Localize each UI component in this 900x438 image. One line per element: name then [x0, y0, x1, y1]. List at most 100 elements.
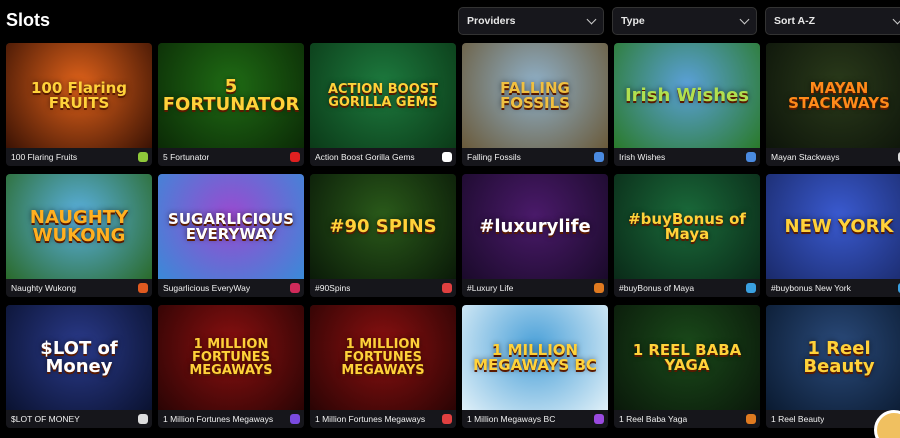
game-thumbnail[interactable]: 5 FORTUNATOR	[158, 43, 304, 148]
game-logo-text: #luxurylife	[479, 215, 591, 237]
game-tile[interactable]: 1 MILLION FORTUNES MEGAWAYS 1 Million For…	[310, 305, 456, 428]
game-name: #Luxury Life	[467, 283, 514, 293]
game-tile[interactable]: 1 REEL BABA YAGA 1 Reel Baba Yaga	[614, 305, 760, 428]
providers-dropdown-label: Providers	[467, 15, 516, 27]
game-logo-text: 100 Flaring FRUITS	[31, 78, 127, 112]
game-caption: #buyBonus of Maya	[614, 279, 760, 297]
game-name: Irish Wishes	[619, 152, 666, 162]
game-name: Sugarlicious EveryWay	[163, 283, 251, 293]
game-logo-text: SUGARLICIOUS EVERYWAY	[168, 209, 294, 243]
provider-logo-icon	[594, 283, 604, 293]
game-caption: Sugarlicious EveryWay	[158, 279, 304, 297]
sort-dropdown-label: Sort A-Z	[774, 15, 816, 27]
game-tile[interactable]: NAUGHTY WUKONG Naughty Wukong	[6, 174, 152, 297]
type-dropdown[interactable]: Type	[612, 7, 757, 35]
game-thumbnail[interactable]: 1 Reel Beauty	[766, 305, 900, 410]
game-thumbnail[interactable]: 1 REEL BABA YAGA	[614, 305, 760, 410]
game-name: 1 Million Fortunes Megaways	[315, 414, 426, 424]
provider-logo-icon	[442, 414, 452, 424]
game-tile[interactable]: #90 SPINS #90Spins	[310, 174, 456, 297]
game-name: 1 Reel Beauty	[771, 414, 825, 424]
game-tile[interactable]: FALLING FOSSILS Falling Fossils	[462, 43, 608, 166]
game-caption: 1 Million Fortunes Megaways	[310, 410, 456, 428]
provider-logo-icon	[442, 152, 452, 162]
game-thumbnail[interactable]: #buyBonus of Maya	[614, 174, 760, 279]
game-name: $LOT OF MONEY	[11, 414, 80, 424]
game-tile[interactable]: 1 Reel Beauty 1 Reel Beauty	[766, 305, 900, 428]
game-thumbnail[interactable]: $LOT of Money	[6, 305, 152, 410]
game-tile[interactable]: $LOT of Money $LOT OF MONEY	[6, 305, 152, 428]
game-logo-text: #buyBonus of Maya	[628, 209, 746, 243]
game-caption: Action Boost Gorilla Gems	[310, 148, 456, 166]
game-thumbnail[interactable]: 100 Flaring FRUITS	[6, 43, 152, 148]
game-tile[interactable]: MAYAN STACKWAYS Mayan Stackways	[766, 43, 900, 166]
game-name: 1 Reel Baba Yaga	[619, 414, 688, 424]
game-tile[interactable]: ACTION BOOST GORILLA GEMS Action Boost Go…	[310, 43, 456, 166]
game-name: Naughty Wukong	[11, 283, 77, 293]
game-tile[interactable]: 100 Flaring FRUITS 100 Flaring Fruits	[6, 43, 152, 166]
game-logo-text: #90 SPINS	[329, 215, 437, 237]
game-tile[interactable]: 1 MILLION MEGAWAYS BC 1 Million Megaways …	[462, 305, 608, 428]
provider-logo-icon	[442, 283, 452, 293]
type-dropdown-label: Type	[621, 15, 645, 27]
game-logo-text: 1 Reel Beauty	[803, 337, 875, 377]
game-thumbnail[interactable]: FALLING FOSSILS	[462, 43, 608, 148]
game-thumbnail[interactable]: 1 MILLION FORTUNES MEGAWAYS	[310, 305, 456, 410]
chevron-down-icon	[892, 14, 900, 24]
game-thumbnail[interactable]: Irish Wishes	[614, 43, 760, 148]
game-thumbnail[interactable]: NEW YORK	[766, 174, 900, 279]
game-thumbnail[interactable]: SUGARLICIOUS EVERYWAY	[158, 174, 304, 279]
game-caption: $LOT OF MONEY	[6, 410, 152, 428]
game-thumbnail[interactable]: 1 MILLION FORTUNES MEGAWAYS	[158, 305, 304, 410]
game-caption: Mayan Stackways	[766, 148, 900, 166]
game-thumbnail[interactable]: 1 MILLION MEGAWAYS BC	[462, 305, 608, 410]
game-thumbnail[interactable]: NAUGHTY WUKONG	[6, 174, 152, 279]
game-logo-text: 5 FORTUNATOR	[162, 75, 300, 115]
provider-logo-icon	[138, 414, 148, 424]
game-logo-text: NAUGHTY WUKONG	[29, 206, 129, 246]
providers-dropdown[interactable]: Providers	[458, 7, 604, 35]
game-logo-text: 1 MILLION MEGAWAYS BC	[473, 340, 597, 374]
game-thumbnail[interactable]: MAYAN STACKWAYS	[766, 43, 900, 148]
game-name: #buyBonus of Maya	[619, 283, 695, 293]
game-tile[interactable]: NEW YORK #buybonus New York	[766, 174, 900, 297]
game-caption: 100 Flaring Fruits	[6, 148, 152, 166]
game-logo-text: $LOT of Money	[40, 337, 118, 377]
sort-dropdown[interactable]: Sort A-Z	[765, 7, 900, 35]
game-caption: #Luxury Life	[462, 279, 608, 297]
game-tile[interactable]: 5 FORTUNATOR 5 Fortunator	[158, 43, 304, 166]
game-name: Action Boost Gorilla Gems	[315, 152, 415, 162]
game-caption: #buybonus New York	[766, 279, 900, 297]
game-caption: 1 Million Megaways BC	[462, 410, 608, 428]
chevron-down-icon	[586, 14, 597, 24]
game-logo-text: 1 MILLION FORTUNES MEGAWAYS	[341, 337, 425, 378]
provider-logo-icon	[138, 152, 148, 162]
game-name: #90Spins	[315, 283, 351, 293]
game-caption: Irish Wishes	[614, 148, 760, 166]
game-logo-text: MAYAN STACKWAYS	[788, 78, 890, 112]
provider-logo-icon	[138, 283, 148, 293]
game-tile[interactable]: 1 MILLION FORTUNES MEGAWAYS 1 Million For…	[158, 305, 304, 428]
game-thumbnail[interactable]: #luxurylife	[462, 174, 608, 279]
game-tile[interactable]: SUGARLICIOUS EVERYWAY Sugarlicious EveryW…	[158, 174, 304, 297]
game-tile[interactable]: Irish Wishes Irish Wishes	[614, 43, 760, 166]
game-caption: 1 Reel Baba Yaga	[614, 410, 760, 428]
game-tile[interactable]: #luxurylife #Luxury Life	[462, 174, 608, 297]
provider-logo-icon	[746, 152, 756, 162]
game-thumbnail[interactable]: #90 SPINS	[310, 174, 456, 279]
game-logo-text: ACTION BOOST GORILLA GEMS	[327, 81, 438, 110]
chevron-down-icon	[739, 14, 750, 24]
game-caption: Naughty Wukong	[6, 279, 152, 297]
game-tile[interactable]: #buyBonus of Maya #buyBonus of Maya	[614, 174, 760, 297]
game-name: 1 Million Fortunes Megaways	[163, 414, 274, 424]
game-caption: Falling Fossils	[462, 148, 608, 166]
game-caption: 5 Fortunator	[158, 148, 304, 166]
game-thumbnail[interactable]: ACTION BOOST GORILLA GEMS	[310, 43, 456, 148]
provider-logo-icon	[746, 414, 756, 424]
page-title: Slots	[6, 10, 51, 30]
provider-logo-icon	[594, 414, 604, 424]
game-name: Mayan Stackways	[771, 152, 840, 162]
game-name: 100 Flaring Fruits	[11, 152, 78, 162]
provider-logo-icon	[290, 414, 300, 424]
game-logo-text: NEW YORK	[784, 215, 894, 237]
